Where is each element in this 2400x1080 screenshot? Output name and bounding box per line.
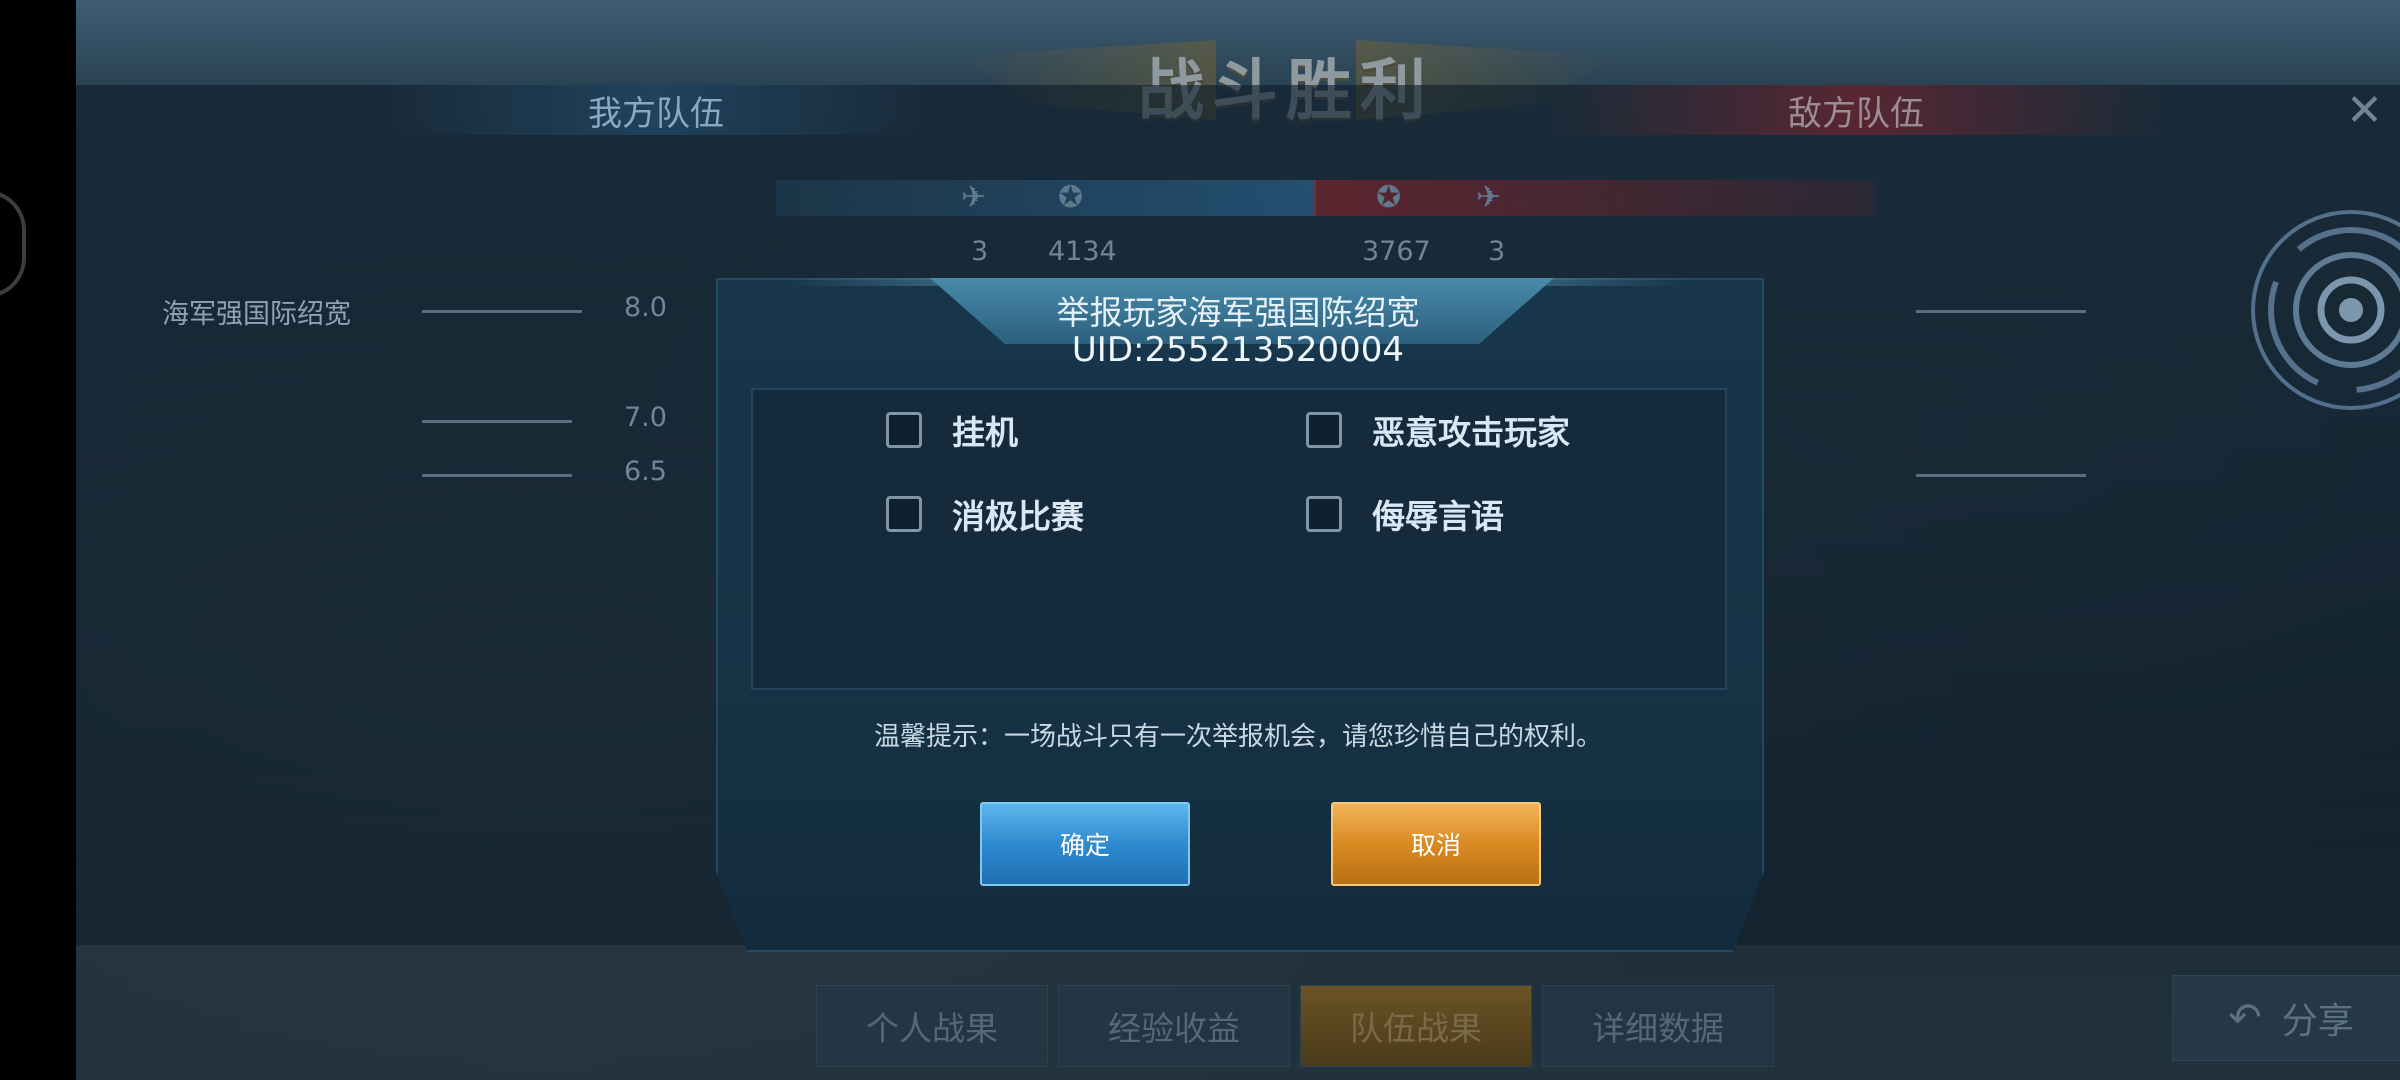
ship-silhouette xyxy=(1916,300,2086,313)
ally-score: 3 xyxy=(971,236,989,267)
row-rating: 6.5 xyxy=(624,456,667,487)
checkbox[interactable] xyxy=(1306,412,1342,448)
ship-silhouette xyxy=(422,410,572,423)
ship-silhouette xyxy=(422,300,582,313)
plane-icon: ✈ xyxy=(1476,180,1502,215)
player-uid: UID:255213520004 xyxy=(1071,330,1405,370)
plane-icon: ✈ xyxy=(961,180,987,215)
rank-badge-icon: ✪ xyxy=(1058,180,1084,215)
option-label: 挂机 xyxy=(952,413,1018,452)
dialog-title: 举报玩家海军强国陈绍宽 xyxy=(1056,293,1420,332)
rank-badge-icon: ✪ xyxy=(1376,180,1402,215)
ally-points: 4134 xyxy=(1048,236,1117,267)
tab-experience[interactable]: 经验收益 xyxy=(1058,985,1290,1067)
ship-silhouette xyxy=(1916,464,2086,477)
option-malicious-attack[interactable]: 恶意攻击玩家 xyxy=(1306,406,1570,454)
ship-silhouette xyxy=(422,464,572,477)
tab-personal-results[interactable]: 个人战果 xyxy=(816,985,1048,1067)
enemy-team-header: 敌方队伍 xyxy=(1546,85,2166,135)
close-icon[interactable]: ✕ xyxy=(2346,85,2383,136)
option-label: 消极比赛 xyxy=(952,497,1084,536)
ally-player-rating: 8.0 xyxy=(624,292,667,323)
share-label: 分享 xyxy=(2281,1001,2354,1042)
result-tabs: 个人战果 经验收益 队伍战果 详细数据 xyxy=(816,985,1876,1067)
cancel-button[interactable]: 取消 xyxy=(1331,802,1541,886)
checkbox[interactable] xyxy=(1306,496,1342,532)
row-rating: 7.0 xyxy=(624,402,667,433)
ally-player-name: 海军强国际绍宽 xyxy=(162,299,351,330)
tab-team-results[interactable]: 队伍战果 xyxy=(1300,985,1532,1067)
checkbox[interactable] xyxy=(886,412,922,448)
tab-detailed-data[interactable]: 详细数据 xyxy=(1542,985,1774,1067)
share-arrow-icon: ↶ xyxy=(2228,995,2262,1041)
share-button[interactable]: ↶ 分享 xyxy=(2172,975,2400,1061)
option-label: 侮辱言语 xyxy=(1372,497,1504,536)
ally-stat-bar xyxy=(776,180,1316,216)
option-passive-play[interactable]: 消极比赛 xyxy=(886,490,1084,538)
report-hint: 温馨提示：一场战斗只有一次举报机会，请您珍惜自己的权利。 xyxy=(873,722,1602,752)
side-handle[interactable] xyxy=(0,190,26,298)
enemy-score: 3 xyxy=(1488,236,1506,267)
report-options-panel: 挂机 恶意攻击玩家 消极比赛 侮辱言语 xyxy=(751,388,1727,690)
checkbox[interactable] xyxy=(886,496,922,532)
radar-icon[interactable] xyxy=(2246,205,2400,415)
option-afk[interactable]: 挂机 xyxy=(886,406,1018,454)
confirm-button[interactable]: 确定 xyxy=(980,802,1190,886)
ally-team-header: 我方队伍 xyxy=(376,85,936,135)
enemy-points: 3767 xyxy=(1362,236,1431,267)
option-insulting-language[interactable]: 侮辱言语 xyxy=(1306,490,1504,538)
option-label: 恶意攻击玩家 xyxy=(1372,413,1570,452)
